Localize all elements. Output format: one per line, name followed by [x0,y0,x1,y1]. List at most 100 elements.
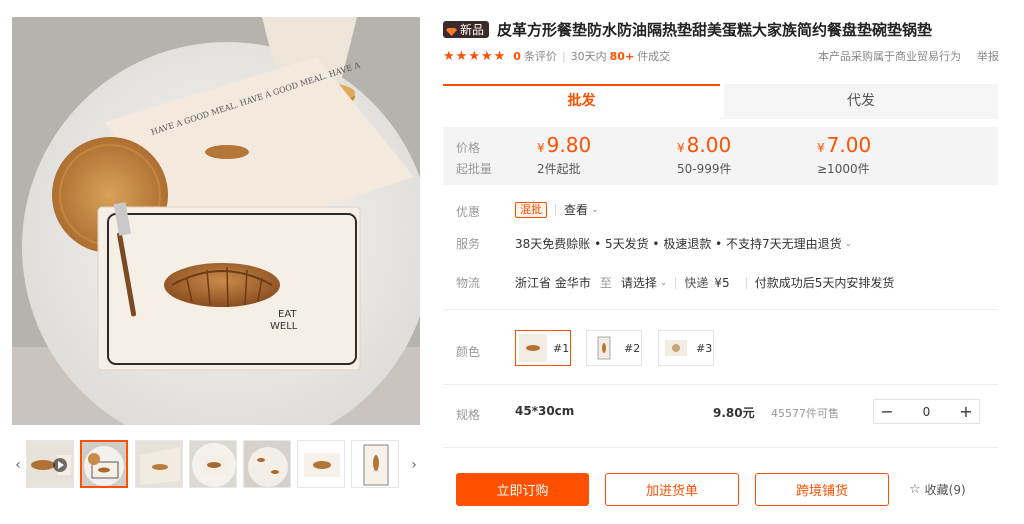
purchase-mode-tabs: 批发 代发 [443,84,998,119]
spec-stock: 45577件可售 [771,407,839,420]
rating-row: ★ ★ ★ ★ ★ 0 条评价 | 30天内 80+ 件成交 本产品采购属于商业… [443,48,999,64]
thumbnail-item[interactable] [351,440,399,488]
origin-location: 浙江省 金华市 [515,276,591,290]
swatch-label: #2 [624,341,641,355]
color-option-2[interactable]: #2 [586,330,642,366]
placemat-photo: HAVE A GOOD MEAL. HAVE A GOOD MEAL. HAVE… [12,17,420,425]
sales-count: 80+ [609,49,635,63]
price-label: 价格 [456,141,481,155]
tier-2-qty: 50-999件 [677,162,732,176]
new-product-badge: 新品 [443,20,490,38]
thumbnail-item[interactable] [243,440,291,488]
service-text: 38天免费赊账 • 5天发货 • 极速退款 • 不支持7天无理由退货 [515,237,842,251]
sales-label: 件成交 [637,50,671,63]
thumbnail-image [136,441,182,487]
separator: | [561,49,566,63]
main-product-image[interactable]: HAVE A GOOD MEAL. HAVE A GOOD MEAL. HAVE… [12,17,420,425]
chevron-down-icon[interactable]: ⌄ [660,278,668,288]
separator [745,276,747,289]
view-promo-link[interactable]: 查看 [564,201,588,218]
to-label: 至 [599,276,612,290]
spec-label: 规格 [456,408,481,422]
currency-symbol: ¥ [817,141,825,155]
product-gallery: HAVE A GOOD MEAL. HAVE A GOOD MEAL. HAVE… [12,17,420,491]
price-tier-box: 价格 起批量 ¥9.80 2件起批 ¥8.00 50-999件 ¥7.00 ≥1… [443,127,998,185]
section-divider [443,447,998,448]
shipping-fee: ¥5 [714,275,730,290]
swatch-image [590,334,618,362]
section-divider [443,309,998,310]
new-badge-label: 新品 [460,22,485,37]
quantity-input[interactable]: 0 [900,405,953,419]
thumbnail-next-arrow-icon[interactable]: › [408,440,420,490]
star-outline-icon: ☆ [909,482,921,497]
buy-now-button[interactable]: 立即订购 [456,473,589,506]
spec-size: 45*30cm [515,404,575,418]
thumbnail-image [190,441,236,487]
product-title-row: 新品 皮革方形餐垫防水防油隔热垫甜美蛋糕大家族简约餐盘垫碗垫锅垫 [443,18,1003,40]
thumbnail-strip: ‹ › [12,440,420,490]
thumbnail-prev-arrow-icon[interactable]: ‹ [12,440,24,490]
favorite-label: 收藏(9) [924,483,966,497]
section-divider [443,384,998,385]
sales-period: 30天内 [570,50,607,63]
promo-row: 混批 查看 ⌄ [515,201,599,218]
currency-symbol: ¥ [677,141,685,155]
color-option-1[interactable]: #1 [515,330,571,366]
add-to-purchase-list-button[interactable]: 加进货单 [605,473,739,506]
cross-border-distribute-button[interactable]: 跨境铺货 [755,473,889,506]
tier-1-price: ¥9.80 [537,134,591,159]
thumbnail-item[interactable] [80,440,128,488]
thumbnail-image [82,442,126,486]
thumbnail-item[interactable] [135,440,183,488]
tier-price-value: 8.00 [686,133,732,157]
decrease-quantity-button[interactable]: − [874,400,900,423]
logistics-row: 浙江省 金华市 至 请选择 ⌄ 快递 ¥5 付款成功后5天内安排发货 [515,274,894,291]
tab-dropship[interactable]: 代发 [724,84,998,119]
swatch-label: #3 [696,341,713,355]
star-icon: ★ [455,48,468,64]
color-option-3[interactable]: #3 [658,330,714,366]
play-icon [53,458,67,472]
quantity-stepper: − 0 + [873,399,980,424]
tier-1-qty: 2件起批 [537,162,581,176]
thumbnail-image [352,441,398,487]
placemat-well-text: WELL [270,321,298,332]
tier-2-price: ¥8.00 [677,134,731,159]
star-icon: ★ [468,48,480,64]
placemat-eat-text: EAT [278,309,297,320]
thumbnail-video[interactable] [26,440,74,488]
tier-3-qty: ≥1000件 [817,162,870,176]
promo-label: 优惠 [456,205,481,219]
rating-right-links: 本产品采购属于商业贸易行为 举报 [818,48,999,64]
review-count[interactable]: 0 [513,50,521,63]
thumbnail-item[interactable] [189,440,237,488]
separator [675,276,677,289]
color-label: 颜色 [456,345,481,359]
service-row[interactable]: 38天免费赊账 • 5天发货 • 极速退款 • 不支持7天无理由退货 ⌄ [515,235,852,252]
thumbnail-item[interactable] [297,440,345,488]
favorite-button[interactable]: ☆ 收藏(9) [909,481,966,498]
thumbnail-image [244,441,290,487]
review-label[interactable]: 条评价 [524,48,557,64]
separator [555,203,556,216]
express-label: 快递 [684,276,709,290]
increase-quantity-button[interactable]: + [953,400,979,423]
service-label: 服务 [456,237,481,251]
destination-select[interactable]: 请选择 [621,274,657,291]
swatch-image [662,334,690,362]
chevron-down-icon[interactable]: ⌄ [591,205,599,215]
spec-price: 9.80元 [713,406,755,420]
product-title: 皮革方形餐垫防水防油隔热垫甜美蛋糕大家族简约餐盘垫碗垫锅垫 [497,20,933,39]
report-link[interactable]: 举报 [977,48,999,64]
ship-note: 付款成功后5天内安排发货 [754,276,895,290]
moq-label: 起批量 [456,162,493,176]
star-rating: ★ ★ ★ ★ ★ [443,50,505,63]
currency-symbol: ¥ [537,141,545,155]
diamond-icon [446,25,457,36]
swatch-label: #1 [553,341,570,355]
tab-wholesale[interactable]: 批发 [443,84,720,119]
chevron-down-icon[interactable]: ⌄ [845,239,853,249]
tier-price-value: 7.00 [826,133,872,157]
star-icon: ★ [443,48,455,64]
